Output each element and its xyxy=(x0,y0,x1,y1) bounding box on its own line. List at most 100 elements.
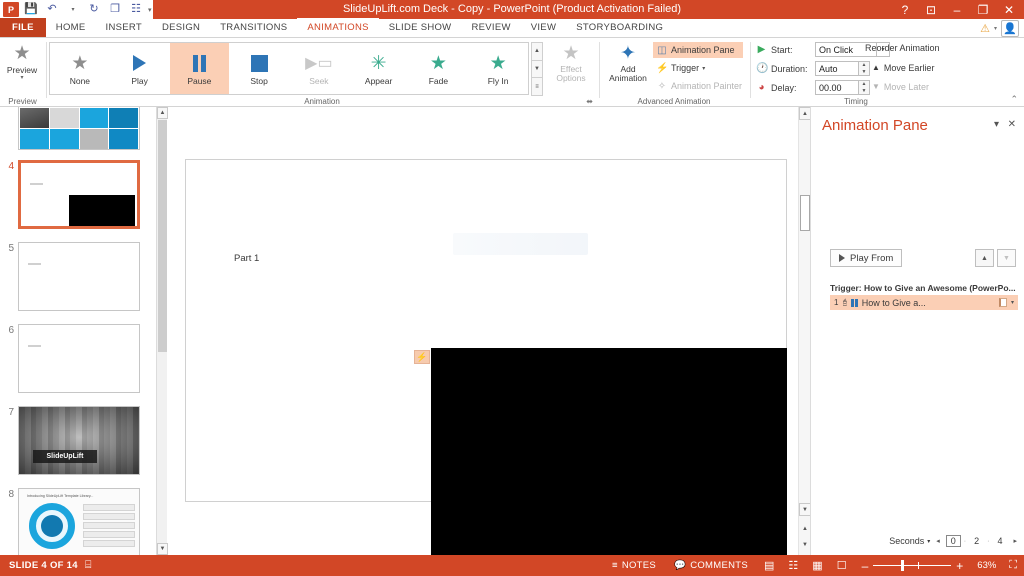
timeline-left-arrow-icon[interactable]: ◂ xyxy=(936,537,940,545)
delay-input[interactable]: 00.00 xyxy=(815,80,859,95)
trigger-button[interactable]: ⚡ Trigger ▾ xyxy=(653,60,743,76)
add-animation-button[interactable]: ✦ Add Animation xyxy=(605,41,651,97)
thumbnail-scroll-down-icon[interactable]: ▼ xyxy=(157,543,168,555)
tab-insert[interactable]: INSERT xyxy=(96,18,152,37)
save-icon[interactable]: 💾 xyxy=(22,1,40,18)
tab-file[interactable]: FILE xyxy=(0,18,46,37)
duration-spin-down-icon[interactable]: ▼ xyxy=(859,69,869,76)
slide-text-part-1[interactable]: Part 1 xyxy=(234,253,259,264)
canvas-scroll-thumb[interactable] xyxy=(800,195,810,231)
notes-icon: ≡ xyxy=(612,560,618,571)
customize-qat-caret-icon[interactable]: ▾ xyxy=(148,6,152,14)
spell-check-icon[interactable]: ⌸ xyxy=(78,555,99,576)
thumbnail-scrollbar[interactable]: ▲ ▼ xyxy=(156,107,167,555)
delay-spin-down-icon[interactable]: ▼ xyxy=(859,88,869,95)
zoom-slider-track[interactable] xyxy=(873,565,951,566)
animation-pane-close-icon[interactable]: ✕ xyxy=(1008,119,1016,130)
slide-sorter-icon[interactable]: ☷ xyxy=(781,555,805,576)
gallery-scroll-down-icon[interactable]: ▼ xyxy=(531,60,543,79)
animation-effect-stop[interactable]: Stop xyxy=(229,43,289,94)
account-avatar-icon[interactable]: 👤 xyxy=(1001,20,1019,37)
animation-list-item[interactable]: 1 🖯 How to Give a... ▾ xyxy=(830,295,1018,310)
animation-effect-fly-in[interactable]: ★ Fly In xyxy=(468,43,528,94)
animation-effect-none[interactable]: ★ None xyxy=(50,43,110,94)
reading-view-icon[interactable]: ▦ xyxy=(805,555,829,576)
gallery-scroll-up-icon[interactable]: ▲ xyxy=(531,42,543,61)
warning-caret-icon[interactable]: ▾ xyxy=(994,25,997,32)
collapse-ribbon-icon[interactable]: ⌃ xyxy=(1010,94,1018,105)
clock-icon: 🕐 xyxy=(756,63,767,74)
thumbnail-slide-5[interactable]: 5 xyxy=(0,242,152,311)
tab-review[interactable]: REVIEW xyxy=(461,18,520,37)
slide-thumbnail-panel[interactable]: 3 4 xyxy=(0,107,156,555)
zoom-slider-handle[interactable] xyxy=(901,560,904,571)
play-triangle-icon xyxy=(839,254,845,262)
start-from-beginning-icon[interactable]: ❐ xyxy=(106,1,124,18)
warning-icon[interactable]: ⚠ xyxy=(980,22,990,35)
tab-design[interactable]: DESIGN xyxy=(152,18,210,37)
duration-input[interactable]: Auto xyxy=(815,61,859,76)
slide-video-object[interactable] xyxy=(431,348,787,555)
zoom-in-button[interactable]: + xyxy=(956,559,963,573)
seconds-dropdown[interactable]: Seconds ▾ xyxy=(889,536,930,546)
normal-view-icon[interactable]: ▤ xyxy=(757,555,781,576)
animation-effect-play[interactable]: Play xyxy=(110,43,170,94)
thumbnail-slide-7[interactable]: 7 SlideUpLift xyxy=(0,406,152,475)
help-icon[interactable]: ? xyxy=(892,0,918,19)
effect-options-button[interactable]: ★ Effect Options xyxy=(549,41,593,97)
animation-effect-pause[interactable]: Pause xyxy=(170,43,230,94)
thumbnail-slide-3[interactable]: 3 xyxy=(0,107,152,150)
animation-item-caret-icon[interactable]: ▾ xyxy=(1011,299,1014,306)
gallery-more-icon[interactable]: ≡ xyxy=(531,77,543,96)
undo-caret-icon[interactable]: ▾ xyxy=(64,1,82,18)
seconds-label: Seconds xyxy=(889,536,924,546)
thumbnail-scroll-up-icon[interactable]: ▲ xyxy=(157,107,168,119)
tab-transitions[interactable]: TRANSITIONS xyxy=(210,18,297,37)
minimize-icon[interactable]: – xyxy=(944,0,970,19)
tab-storyboarding[interactable]: STORYBOARDING xyxy=(566,18,673,37)
thumbnail-scroll-thumb[interactable] xyxy=(158,120,167,352)
tab-view[interactable]: VIEW xyxy=(521,18,566,37)
move-earlier-button[interactable]: ▲ Move Earlier xyxy=(869,60,937,75)
animation-dialog-launcher[interactable]: ⬌ xyxy=(586,97,593,106)
tab-slide-show[interactable]: SLIDE SHOW xyxy=(379,18,462,37)
seconds-caret-icon[interactable]: ▾ xyxy=(927,538,930,545)
comments-button[interactable]: 💬 COMMENTS xyxy=(665,555,757,576)
restore-icon[interactable]: ❐ xyxy=(970,0,996,19)
tab-animations[interactable]: ANIMATIONS xyxy=(297,18,378,37)
thumbnail-slide-4[interactable]: 4 xyxy=(0,160,152,229)
zoom-out-button[interactable]: – xyxy=(862,559,869,573)
redo-icon[interactable]: ↻ xyxy=(85,1,103,18)
animation-effect-fade[interactable]: ★ Fade xyxy=(409,43,469,94)
play-from-button[interactable]: Play From xyxy=(830,249,902,267)
canvas-scrollbar[interactable]: ▲ ▼ ▲ ▼ xyxy=(798,107,810,555)
slide-show-icon[interactable]: ☐ xyxy=(830,555,854,576)
preview-caret-icon[interactable]: ▾ xyxy=(20,75,23,81)
ribbon: ★ Preview ▾ Preview ★ None Play P xyxy=(0,38,1024,107)
slide-editing-surface[interactable]: Part 1 ⚡ xyxy=(185,159,787,502)
thumbnail-slide-8[interactable]: 8 Introducing SlideUpLift Template Libra… xyxy=(0,488,152,555)
timeline-right-arrow-icon[interactable]: ▸ xyxy=(1013,537,1017,545)
animation-timeline-bar[interactable] xyxy=(999,298,1007,307)
pause-bars-icon xyxy=(851,299,858,307)
animation-effect-seek[interactable]: ▶▭ Seek xyxy=(289,43,349,94)
animation-pane-menu-caret-icon[interactable]: ▾ xyxy=(994,119,999,130)
animation-effect-appear[interactable]: ✳ Appear xyxy=(349,43,409,94)
fit-to-window-icon[interactable]: ⛶ xyxy=(1002,555,1024,576)
thumbnail-slide-6[interactable]: 6 xyxy=(0,324,152,393)
preview-button[interactable]: ★ Preview ▾ xyxy=(3,41,41,97)
zoom-slider[interactable]: – + xyxy=(854,559,972,573)
tab-home[interactable]: HOME xyxy=(46,18,96,37)
powerpoint-logo-icon: P xyxy=(3,2,19,17)
animation-move-up-button[interactable]: ▲ xyxy=(975,249,994,267)
trigger-badge-icon[interactable]: ⚡ xyxy=(414,350,430,364)
notes-button[interactable]: ≡ NOTES xyxy=(603,555,665,576)
thumbnail-image: SlideUpLift xyxy=(18,406,140,475)
ribbon-display-options-icon[interactable]: ⊡ xyxy=(918,0,944,19)
trigger-caret-icon[interactable]: ▾ xyxy=(702,65,705,72)
zoom-level-value[interactable]: 63% xyxy=(971,560,1002,571)
close-icon[interactable]: ✕ xyxy=(996,0,1022,19)
touch-mouse-mode-icon[interactable]: ☷ xyxy=(127,1,145,18)
undo-icon[interactable]: ↶ xyxy=(43,1,61,18)
animation-pane-toggle[interactable]: ◫ Animation Pane xyxy=(653,42,743,58)
